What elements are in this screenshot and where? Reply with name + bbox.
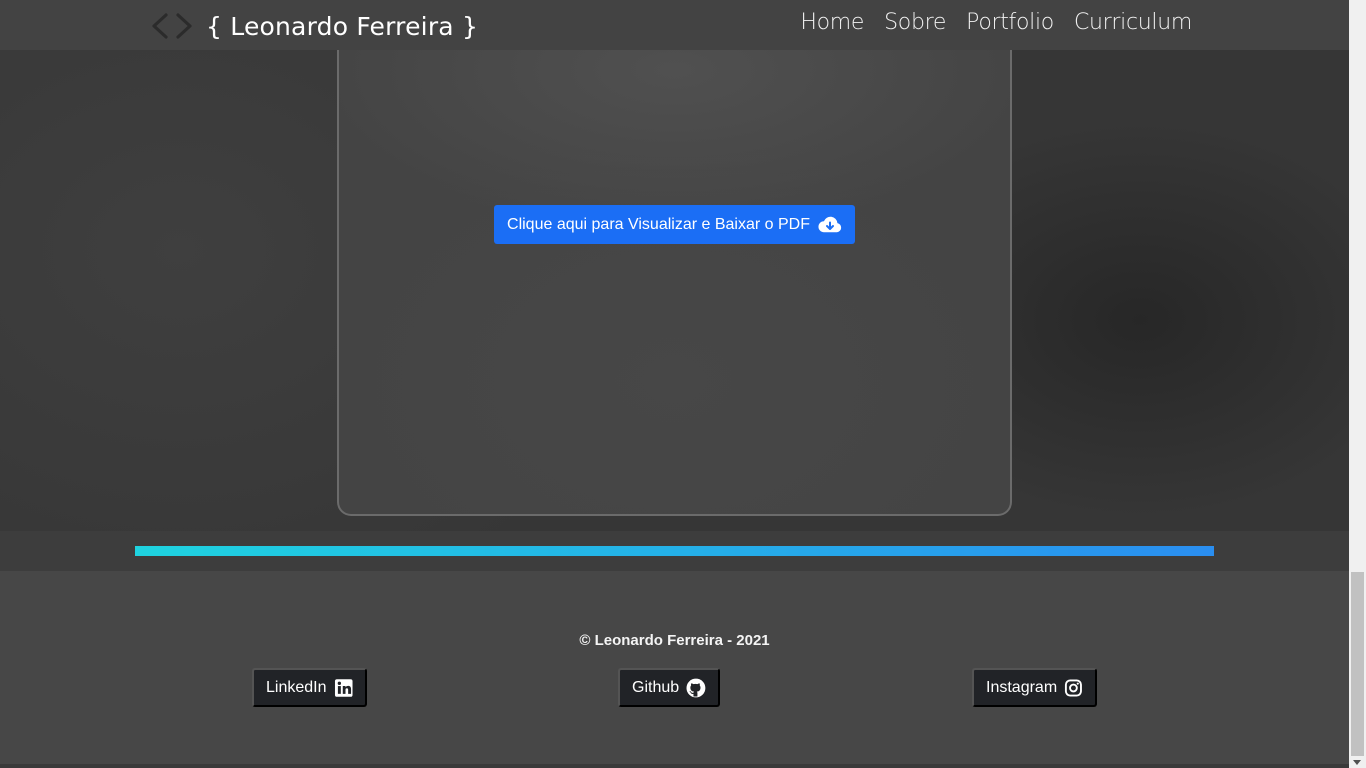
- code-brackets-icon: [152, 13, 192, 39]
- site-header: { Leonardo Ferreira } Home Sobre Portfol…: [0, 0, 1349, 50]
- brand-title: { Leonardo Ferreira }: [206, 11, 479, 41]
- nav-curriculum[interactable]: Curriculum: [1074, 10, 1192, 35]
- github-icon: [686, 678, 706, 697]
- scroll-down-arrow-icon[interactable]: [1353, 760, 1361, 765]
- view-download-pdf-button[interactable]: Clique aqui para Visualizar e Baixar o P…: [494, 205, 855, 244]
- instagram-label: Instagram: [986, 678, 1058, 696]
- cloud-download-icon: [818, 216, 842, 232]
- curriculum-card: [337, 40, 1012, 516]
- copyright-text: © Leonardo Ferreira - 2021: [579, 632, 770, 649]
- main-nav: Home Sobre Portfolio Curriculum: [800, 10, 1192, 35]
- instagram-button[interactable]: Instagram: [972, 668, 1097, 707]
- page-bottom-edge: [0, 764, 1349, 768]
- vertical-scrollbar[interactable]: [1349, 0, 1366, 768]
- nav-home[interactable]: Home: [800, 10, 864, 35]
- pdf-button-label: Clique aqui para Visualizar e Baixar o P…: [507, 215, 810, 233]
- nav-sobre[interactable]: Sobre: [884, 10, 946, 35]
- gradient-divider: [135, 546, 1214, 556]
- linkedin-icon: [334, 678, 353, 697]
- linkedin-button[interactable]: LinkedIn: [252, 668, 367, 707]
- scrollbar-thumb[interactable]: [1351, 572, 1364, 756]
- nav-portfolio[interactable]: Portfolio: [966, 10, 1054, 35]
- linkedin-label: LinkedIn: [266, 678, 327, 696]
- brand[interactable]: { Leonardo Ferreira }: [150, 8, 478, 44]
- github-button[interactable]: Github: [618, 668, 720, 707]
- instagram-icon: [1065, 679, 1083, 696]
- github-label: Github: [632, 678, 680, 696]
